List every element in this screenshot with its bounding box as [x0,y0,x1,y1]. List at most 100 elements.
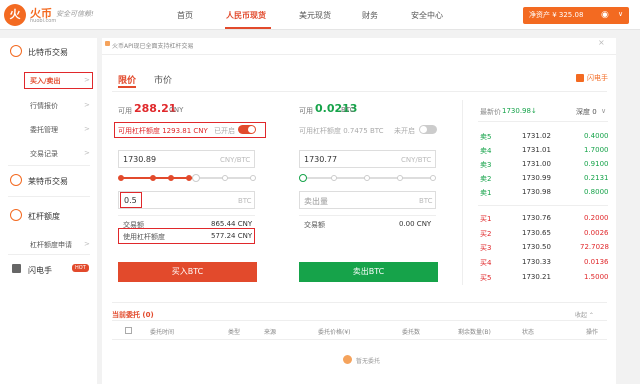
collapse-orders-link[interactable]: 收起 ⌃ [575,310,594,319]
slider-stop[interactable] [150,175,156,181]
divider [478,205,608,206]
bid-label: 买3 [480,244,492,252]
bid-amount[interactable]: 0.0026 [584,229,609,237]
select-all-checkbox[interactable] [125,327,132,334]
bid-amount[interactable]: 1.5000 [584,273,609,281]
slider-stop[interactable] [222,175,228,181]
slider-stop[interactable] [331,175,337,181]
ask-price[interactable]: 1730.98 [522,188,551,196]
ask-price[interactable]: 1731.02 [522,132,551,140]
sell-leverage-available: 可用杠杆额度 0.7475 BTC [299,127,384,135]
buy-leverage-state: 已开启 [214,127,235,135]
slider-stop[interactable] [430,175,436,181]
sell-btc-button[interactable]: 卖出BTC [299,262,438,282]
sidebar-item-leverage-apply[interactable]: 杠杆额度申请 [30,240,72,250]
litecoin-icon [10,174,22,186]
divider [112,91,607,92]
bid-price[interactable]: 1730.65 [522,229,551,237]
sell-amount-placeholder: 卖出量 [304,197,328,206]
nav-security[interactable]: 安全中心 [411,10,443,21]
empty-orders-text: 暂无委托 [356,358,381,365]
slogan: 安全可信赖! [56,10,94,18]
column-header-remaining: 剩余数量(B) [458,329,491,336]
buy-amount-unit: BTC [238,197,252,205]
depth-select[interactable]: 深度 0 [576,107,597,117]
chevron-right-icon: > [84,101,90,109]
nav-usd-spot[interactable]: 美元现货 [299,10,331,21]
buy-used-leverage-label: 使用杠杆额度 [123,233,165,241]
ask-amount[interactable]: 0.9100 [584,160,609,168]
sell-leverage-toggle[interactable] [419,125,437,134]
bid-amount[interactable]: 0.2000 [584,214,609,222]
sidebar-item-buy-sell[interactable]: 买入/卖出 [30,76,61,86]
bid-price[interactable]: 1730.33 [522,258,551,266]
sidebar-section-leverage[interactable]: 杠杆额度 [28,211,60,222]
ask-amount[interactable]: 0.4000 [584,132,609,140]
bid-label: 买5 [480,274,492,282]
nav-cny-spot[interactable]: 人民币现货 [226,10,266,21]
toggle-knob [420,126,427,133]
sidebar-item-records[interactable]: 交易记录 [30,149,58,159]
buy-leverage-available: 可用杠杆额度 1293.81 CNY [118,127,208,135]
ask-label: 卖3 [480,161,492,169]
eye-icon[interactable]: ◉ [601,10,609,20]
ask-amount[interactable]: 0.2131 [584,174,609,182]
buy-available-unit: CNY [169,106,184,114]
buy-price-unit: CNY/BTC [220,156,251,164]
bid-price[interactable]: 1730.50 [522,243,551,251]
bid-price[interactable]: 1730.76 [522,214,551,222]
flash-trade-link[interactable]: 闪电手 [587,73,608,83]
column-header-price: 委托价格(¥) [318,329,351,336]
nav-finance[interactable]: 财务 [362,10,378,21]
sell-total-label: 交易额 [304,221,325,229]
sidebar-item-quotes[interactable]: 行情报价 [30,101,58,111]
slider-stop[interactable] [118,175,124,181]
chevron-right-icon: > [84,240,90,248]
sidebar-section-flash[interactable]: 闪电手 [28,265,52,276]
ask-price[interactable]: 1730.99 [522,174,551,182]
divider [112,302,607,303]
column-header-source: 来源 [264,329,277,336]
tab-limit[interactable]: 限价 [118,73,136,86]
divider [112,339,607,340]
buy-btc-button[interactable]: 买入BTC [118,262,257,282]
buy-leverage-toggle[interactable] [238,125,256,134]
bid-amount[interactable]: 72.7028 [580,243,609,251]
chevron-down-icon[interactable]: ∨ [601,107,606,115]
ask-price[interactable]: 1731.01 [522,146,551,154]
bid-amount[interactable]: 0.0136 [584,258,609,266]
current-orders-title: 当前委托 (0) [112,311,154,319]
divider [299,215,436,216]
buy-slider-handle[interactable] [192,174,200,182]
bid-price[interactable]: 1730.21 [522,273,551,281]
ask-label: 卖1 [480,189,492,197]
notice-text: 火币API现已全面支持杠杆交易 [112,43,194,50]
chevron-down-icon[interactable]: ∨ [618,10,623,18]
tab-market[interactable]: 市价 [154,73,172,86]
top-navigation-bar: 火 火币 huobi.com 安全可信赖! 首页 人民币现货 美元现货 财务 安… [0,0,640,30]
slider-stop[interactable] [364,175,370,181]
nav-home[interactable]: 首页 [177,10,193,21]
ask-amount[interactable]: 1.7000 [584,146,609,154]
bid-label: 买4 [480,259,492,267]
ask-label: 卖5 [480,133,492,141]
sidebar-divider [8,254,90,255]
close-icon[interactable]: × [598,38,605,47]
sidebar-item-orders[interactable]: 委托管理 [30,125,58,135]
sell-available-unit: BTC [341,106,355,114]
slider-stop[interactable] [168,175,174,181]
chevron-right-icon: > [84,149,90,157]
net-asset-button[interactable]: 净资产 ¥ 325.08 [523,7,629,24]
ask-amount[interactable]: 0.8000 [584,188,609,196]
leverage-icon [10,209,22,221]
slider-stop[interactable] [397,175,403,181]
chevron-right-icon: > [84,125,90,133]
slider-stop[interactable] [250,175,256,181]
sidebar-section-btc[interactable]: 比特币交易 [28,47,68,58]
buy-amount-value: 0.5 [124,196,137,205]
buy-slider-fill [120,177,195,179]
sell-slider-handle[interactable] [299,174,307,182]
ask-price[interactable]: 1731.00 [522,160,551,168]
sidebar-section-ltc[interactable]: 莱特币交易 [28,176,68,187]
huobi-logo[interactable]: 火 [4,4,26,26]
